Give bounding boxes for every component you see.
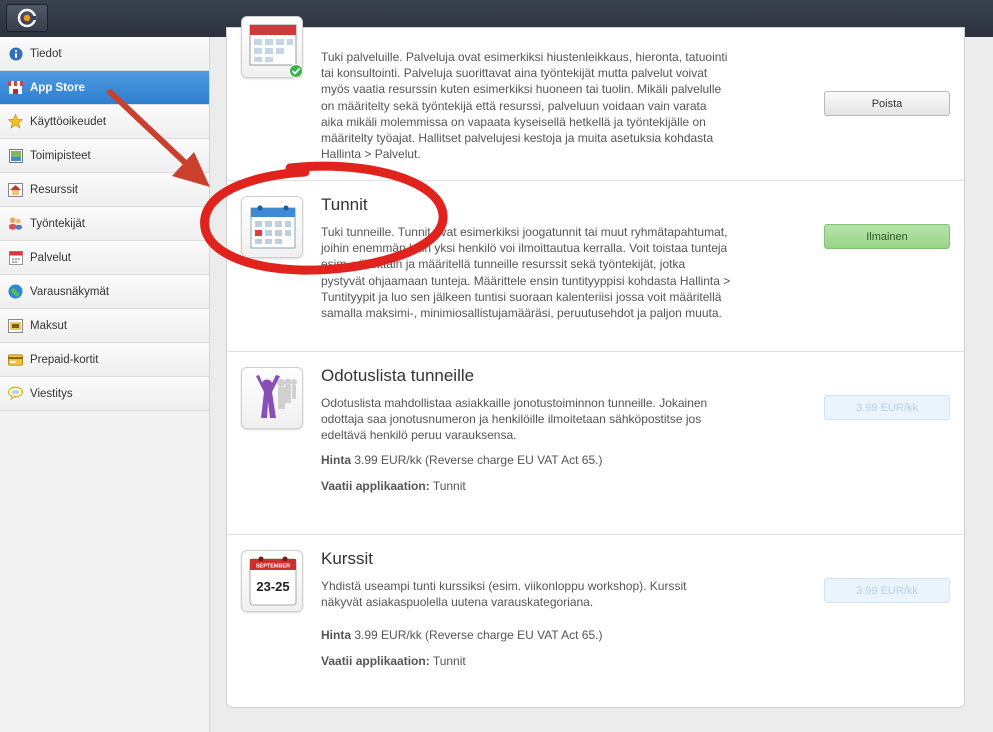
card-icon — [8, 352, 23, 367]
price-info: Hinta 3.99 EUR/kk (Reverse charge EU VAT… — [321, 628, 602, 642]
sidebar-item-label: App Store — [30, 81, 85, 94]
calendar-icon — [241, 16, 303, 78]
buy-button[interactable]: 3.99 EUR/kk — [824, 578, 950, 603]
app-row-odotuslista: Odotuslista tunneille Odotuslista mahdol… — [227, 352, 964, 535]
app-title: Tunnit — [321, 195, 368, 214]
map-icon — [8, 148, 23, 163]
requires-info: Vaatii applikaation: Tunnit — [321, 479, 466, 493]
requires-value: Tunnit — [432, 479, 466, 493]
requires-value: Tunnit — [432, 654, 466, 668]
info-icon — [8, 46, 23, 61]
sidebar-item-label: Tiedot — [30, 47, 62, 60]
sidebar: Tiedot App Store Käyttöoikeudet Toimipis… — [0, 37, 210, 732]
app-row-kurssit: SEPTEMBER 23-25 Kurssit Yhdistä useampi … — [227, 535, 964, 709]
sidebar-item-label: Käyttöoikeudet — [30, 115, 107, 128]
price-value: 3.99 EUR/kk (Reverse charge EU VAT Act 6… — [354, 453, 603, 467]
sidebar-item-prepaid-kortit[interactable]: Prepaid-kortit — [0, 343, 209, 377]
sidebar-item-tyontekijat[interactable]: Työntekijät — [0, 207, 209, 241]
sidebar-item-varausnakymat[interactable]: Varausnäkymät — [0, 275, 209, 309]
sidebar-item-maksut[interactable]: Maksut — [0, 309, 209, 343]
sidebar-item-label: Palvelut — [30, 251, 71, 264]
sidebar-item-label: Varausnäkymät — [30, 285, 110, 298]
app-description: Tuki tunneille. Tunnit ovat esimerkiksi … — [321, 225, 731, 321]
sidebar-item-toimipisteet[interactable]: Toimipisteet — [0, 139, 209, 173]
app-description: Odotuslista mahdollistaa asiakkaille jon… — [321, 396, 708, 443]
users-icon — [8, 216, 23, 231]
globe-icon — [8, 284, 23, 299]
payment-icon — [8, 318, 23, 333]
calendar-month-text: SEPTEMBER — [256, 564, 290, 570]
sidebar-item-label: Toimipisteet — [30, 149, 91, 162]
price-label: Hinta — [321, 628, 351, 642]
logo-button[interactable] — [6, 4, 48, 32]
calendar-icon — [241, 196, 303, 258]
sidebar-item-resurssit[interactable]: Resurssit — [0, 173, 209, 207]
sidebar-item-label: Työntekijät — [30, 217, 85, 230]
sidebar-item-kayttooikeudet[interactable]: Käyttöoikeudet — [0, 105, 209, 139]
app-title: Odotuslista tunneille — [321, 366, 475, 385]
price-label: Hinta — [321, 453, 351, 467]
sidebar-item-label: Maksut — [30, 319, 68, 332]
course-calendar-icon: SEPTEMBER 23-25 — [241, 550, 303, 612]
store-icon — [8, 80, 23, 95]
sidebar-item-palvelut[interactable]: Palvelut — [0, 241, 209, 275]
sidebar-item-label: Prepaid-kortit — [30, 353, 99, 366]
app-list-panel: Tuki palveluille. Palveluja ovat esimerk… — [226, 16, 965, 709]
calendar-dates-text: 23-25 — [256, 579, 289, 594]
remove-button[interactable]: Poista — [824, 91, 950, 116]
logo-icon — [17, 8, 37, 28]
app-description: Yhdistä useampi tunti kurssiksi (esim. v… — [321, 579, 687, 610]
main-content: Tuki palveluille. Palveluja ovat esimerk… — [210, 16, 993, 732]
price-value: 3.99 EUR/kk (Reverse charge EU VAT Act 6… — [354, 628, 603, 642]
price-info: Hinta 3.99 EUR/kk (Reverse charge EU VAT… — [321, 453, 602, 467]
requires-info: Vaatii applikaation: Tunnit — [321, 654, 466, 668]
requires-label: Vaatii applikaation: — [321, 654, 430, 668]
app-description: Tuki palveluille. Palveluja ovat esimerk… — [321, 50, 728, 162]
requires-label: Vaatii applikaation: — [321, 479, 430, 493]
message-icon — [8, 386, 23, 401]
app-row-tunnit: Tunnit Tuki tunneille. Tunnit ovat esime… — [227, 181, 964, 352]
star-icon — [8, 114, 23, 129]
sidebar-item-tiedot[interactable]: Tiedot — [0, 37, 209, 71]
free-button[interactable]: Ilmainen — [824, 224, 950, 249]
house-icon — [8, 182, 23, 197]
sidebar-item-label: Resurssit — [30, 183, 78, 196]
queue-people-icon — [241, 367, 303, 429]
buy-button[interactable]: 3.99 EUR/kk — [824, 395, 950, 420]
sidebar-item-viestitys[interactable]: Viestitys — [0, 377, 209, 411]
app-title: Kurssit — [321, 549, 373, 568]
sidebar-item-label: Viestitys — [30, 387, 73, 400]
sidebar-item-app-store[interactable]: App Store — [0, 71, 209, 105]
calendar-icon — [8, 250, 23, 265]
app-row-palvelut: Tuki palveluille. Palveluja ovat esimerk… — [227, 16, 964, 181]
